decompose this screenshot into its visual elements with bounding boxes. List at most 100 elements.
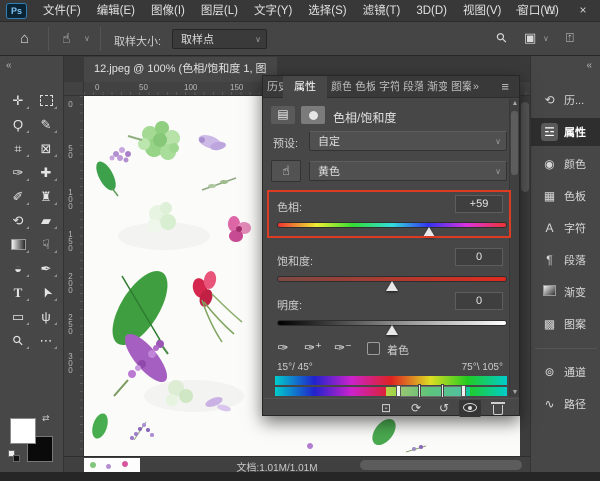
move-tool[interactable]: ✛ xyxy=(5,89,31,111)
lightness-value-field[interactable]: 0 xyxy=(455,292,503,310)
eyedropper-tool[interactable]: ✑ xyxy=(5,161,31,183)
dock-item-channels[interactable]: ⊚ 通道 xyxy=(531,358,600,386)
tab-gradients[interactable]: 渐变 xyxy=(423,76,447,98)
dock-item-patterns[interactable]: ▩ 图案 xyxy=(531,310,600,338)
dock-item-paragraph[interactable]: ¶ 段落 xyxy=(531,246,600,274)
tool-chevron-icon[interactable]: ∨ xyxy=(84,34,90,43)
collapse-dock-icon[interactable]: « xyxy=(586,60,592,71)
zoom-tool[interactable]: ⚲ xyxy=(5,329,31,351)
dock-item-color[interactable]: ◉ 颜色 xyxy=(531,150,600,178)
dodge-tool[interactable]: ◒ xyxy=(5,257,31,279)
eyedropper-sample-icon[interactable]: ✑ xyxy=(271,338,295,358)
range-end-handle[interactable] xyxy=(441,384,444,398)
dock-item-character[interactable]: A 字符 xyxy=(531,214,600,242)
pen-tool[interactable]: ✒ xyxy=(33,257,59,279)
history-brush-tool[interactable]: ⟲ xyxy=(5,209,31,231)
menu-select[interactable]: 选择(S) xyxy=(300,0,354,22)
sample-size-dropdown[interactable]: 取样点 ∨ xyxy=(172,29,267,49)
tab-swatches[interactable]: 色板 xyxy=(351,76,375,98)
targeted-adjustment-button[interactable]: ☝ xyxy=(271,160,301,182)
hue-range-band[interactable] xyxy=(398,386,466,397)
scroll-up-icon[interactable]: ▲ xyxy=(510,100,520,107)
tab-properties[interactable]: 属性 xyxy=(283,76,327,98)
range-falloff-left-handle[interactable] xyxy=(396,385,401,397)
mask-icon[interactable] xyxy=(301,106,325,124)
dock-item-paths[interactable]: ∿ 路径 xyxy=(531,390,600,418)
tab-color[interactable]: 颜色 xyxy=(327,76,351,98)
view-previous-state-icon[interactable]: ⟳ xyxy=(405,402,427,416)
tab-character[interactable]: 字符 xyxy=(375,76,399,98)
frame-tool[interactable]: ⊠ xyxy=(33,137,59,159)
gradients-icon xyxy=(541,285,558,299)
tab-paragraph[interactable]: 段落 xyxy=(399,76,423,98)
eraser-tool[interactable]: ▰ xyxy=(33,209,59,231)
swap-colors-icon[interactable]: ⇄ xyxy=(42,413,50,424)
gradient-tool[interactable] xyxy=(5,233,31,255)
saturation-value-field[interactable]: 0 xyxy=(455,248,503,266)
default-colors-icon[interactable] xyxy=(8,450,18,460)
lasso-tool[interactable]: Ϙ xyxy=(5,113,31,135)
minimize-button[interactable]: − xyxy=(510,0,528,20)
maximize-button[interactable]: □ xyxy=(542,0,560,20)
dock-item-properties[interactable]: ☲ 属性 xyxy=(531,118,600,146)
panel-scrollbar[interactable]: ▲ ▼ xyxy=(509,99,519,397)
channel-dropdown[interactable]: 黄色 ∨ xyxy=(309,161,507,181)
horizontal-scrollbar-thumb[interactable] xyxy=(360,460,522,470)
tab-patterns[interactable]: 图案 xyxy=(447,76,471,98)
menu-file[interactable]: 文件(F) xyxy=(35,0,89,22)
quick-selection-tool[interactable]: ✎ xyxy=(33,113,59,135)
lightness-slider-thumb[interactable] xyxy=(386,325,398,335)
adjustment-title: 色相/饱和度 xyxy=(333,109,396,126)
move-tool-icon: ✛ xyxy=(13,94,24,107)
more-tools-button[interactable]: ⋯ xyxy=(33,329,59,351)
type-tool[interactable]: T xyxy=(5,281,31,303)
workspace-chevron-icon[interactable]: ∨ xyxy=(543,34,549,43)
menu-type[interactable]: 文字(Y) xyxy=(246,0,300,22)
brush-tool[interactable]: ✐ xyxy=(5,185,31,207)
tab-overflow-icon[interactable]: » xyxy=(473,76,479,98)
menu-edit[interactable]: 编辑(E) xyxy=(89,0,143,22)
workspace-icon[interactable]: ▣ xyxy=(524,30,536,46)
menu-view[interactable]: 视图(V) xyxy=(455,0,509,22)
clip-to-layer-icon[interactable]: ⊡ xyxy=(375,402,397,416)
search-icon[interactable]: ⚲ xyxy=(493,29,511,47)
targeted-adjustment-tool-icon[interactable]: ☝ xyxy=(62,30,71,47)
foreground-color-swatch[interactable] xyxy=(10,418,36,444)
share-icon[interactable]: ⍐ xyxy=(566,30,574,46)
document-tab[interactable]: 12.jpeg @ 100% (色相/饱和度 1, 图 xyxy=(84,57,277,82)
delete-trash-icon[interactable] xyxy=(487,402,509,416)
smudge-tool[interactable]: ☟ xyxy=(33,233,59,255)
crop-tool[interactable]: ⌗ xyxy=(5,137,31,159)
visibility-eye-icon[interactable] xyxy=(459,400,481,417)
dock-item-gradients[interactable]: 渐变 xyxy=(531,278,600,306)
healing-brush-tool[interactable]: ✚ xyxy=(33,161,59,183)
scroll-down-icon[interactable]: ▼ xyxy=(510,389,520,396)
tab-history[interactable]: 历史 xyxy=(263,76,283,98)
shape-tool[interactable]: ▭ xyxy=(5,305,31,327)
range-falloff-right-handle[interactable] xyxy=(461,385,466,397)
eyedropper-add-icon[interactable]: ✑⁺ xyxy=(301,338,325,358)
scrollbar-thumb[interactable] xyxy=(521,102,529,192)
menu-3d[interactable]: 3D(D) xyxy=(408,0,455,22)
home-icon[interactable]: ⌂ xyxy=(20,30,29,47)
close-button[interactable]: × xyxy=(574,0,592,20)
eyedropper-subtract-icon[interactable]: ✑⁻ xyxy=(331,338,355,358)
collapse-toolbar-icon[interactable]: « xyxy=(6,60,12,71)
document-vertical-scrollbar[interactable] xyxy=(520,96,530,456)
panel-menu-icon[interactable]: ≡ xyxy=(501,76,509,98)
scrollbar-thumb[interactable] xyxy=(511,111,518,175)
menu-image[interactable]: 图像(I) xyxy=(143,0,193,22)
menu-layer[interactable]: 图层(L) xyxy=(193,0,246,22)
range-start-handle[interactable] xyxy=(418,384,421,398)
marquee-tool[interactable] xyxy=(33,89,59,111)
dock-item-swatches[interactable]: ▦ 色板 xyxy=(531,182,600,210)
clone-stamp-tool[interactable]: ♜ xyxy=(33,185,59,207)
menu-filter[interactable]: 滤镜(T) xyxy=(355,0,409,22)
hand-tool[interactable]: ψ xyxy=(33,305,59,327)
saturation-slider-thumb[interactable] xyxy=(386,281,398,291)
reset-icon[interactable]: ↺ xyxy=(433,402,455,416)
colorize-checkbox[interactable] xyxy=(367,342,380,355)
preset-dropdown[interactable]: 自定 ∨ xyxy=(309,131,507,151)
dock-item-history[interactable]: ⟲ 历... xyxy=(531,86,600,114)
path-select-tool[interactable]: ➤ xyxy=(33,281,59,303)
